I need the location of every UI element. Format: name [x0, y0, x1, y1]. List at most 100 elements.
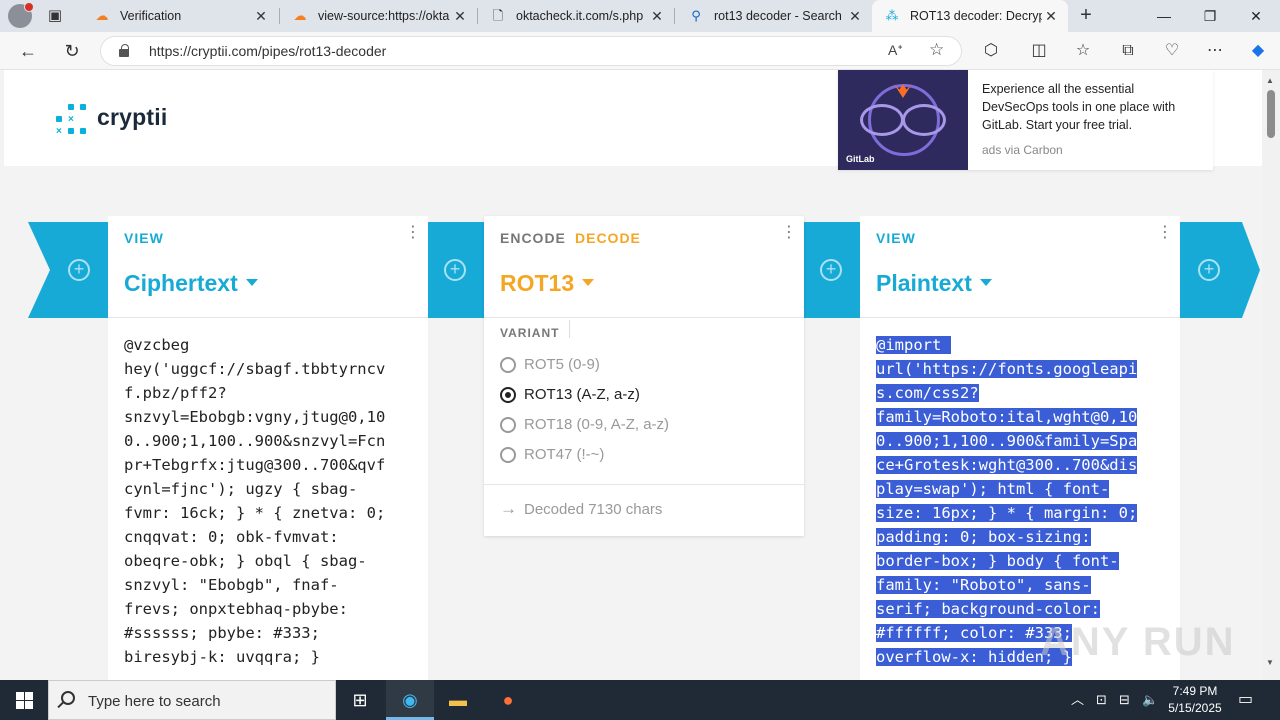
task-view-icon[interactable]: ⊞ [336, 680, 384, 720]
address-bar: ← ↻ https://cryptii.com/pipes/rot13-deco… [0, 32, 1280, 70]
cloudflare-icon: ☁ [293, 8, 307, 23]
tab-search[interactable]: ⚲ rot13 decoder - Search ✕ [676, 0, 872, 32]
radio-icon [500, 416, 516, 433]
url-text[interactable]: https://cryptii.com/pipes/rot13-decoder [149, 43, 386, 59]
chevron-down-icon [245, 279, 258, 287]
plaintext-line: play=swap'); html { font- [876, 480, 1110, 498]
ad-image[interactable]: GitLab [838, 70, 968, 170]
site-logo-text[interactable]: cryptii [97, 104, 167, 131]
ciphertext-input[interactable]: @vzcbeg hey('uggcf://sbagf.tbbtyrncv f.pbz… [124, 333, 385, 669]
divider [569, 320, 570, 338]
start-button[interactable] [0, 680, 48, 720]
brick-menu-icon[interactable]: ⋮ [781, 225, 797, 241]
tab-rot13-decoder[interactable]: ⁂ ROT13 decoder: Decrypt ✕ [872, 0, 1068, 32]
variant-label: VARIANT [500, 326, 560, 340]
favorite-star-icon[interactable]: ☆ [929, 40, 944, 60]
carbon-ad[interactable]: GitLab Experience all the essential DevS… [838, 70, 1213, 170]
search-icon: ⚲ [691, 8, 701, 23]
taskbar-search[interactable]: Type here to search [48, 680, 336, 720]
restore-button[interactable]: ❐ [1187, 0, 1233, 32]
clock[interactable]: 7:49 PM 5/15/2025 [1165, 683, 1225, 717]
tray-chevron-icon[interactable]: ︿ [1071, 680, 1084, 720]
brick-title[interactable]: Ciphertext [124, 270, 258, 297]
plaintext-line: @import [876, 336, 951, 354]
plaintext-output[interactable]: @import url('https://fonts.googleapi s.co… [876, 333, 1138, 669]
back-button[interactable]: ← [14, 37, 42, 65]
watermark: ANY RUN [1040, 620, 1236, 664]
ciphertext-line: 0..900;1,100..900&snzvyl=Fcn [124, 432, 386, 450]
tab-view-source[interactable]: ☁ view-source:https://okta ✕ [280, 0, 477, 32]
split-screen-icon[interactable]: ◫ [1026, 38, 1052, 64]
copilot-icon[interactable]: ◆ [1245, 38, 1271, 64]
plaintext-line: url('https://fonts.googleapi [876, 360, 1138, 378]
tab-actions-icon[interactable]: ▣ [44, 6, 66, 26]
clock-date: 5/15/2025 [1168, 701, 1222, 715]
ciphertext-line: fvmr: 16ck; } * { znetva: 0; [124, 504, 386, 522]
add-brick-icon[interactable]: + [444, 259, 466, 281]
variant-label-text: ROT18 (0-9, A-Z, a-z) [524, 416, 670, 433]
decode-toggle[interactable]: DECODE [575, 230, 641, 246]
brick-title[interactable]: ROT13 [500, 270, 595, 297]
plaintext-line: size: 16px; } * { margin: 0; [876, 504, 1138, 522]
favorites-icon[interactable]: ☆ [1070, 38, 1096, 64]
edge-icon[interactable]: ◉ [386, 680, 434, 720]
tab-title: rot13 decoder - Search [714, 9, 842, 23]
scroll-thumb[interactable] [1267, 90, 1275, 138]
read-aloud-icon[interactable]: Aᐩ [888, 42, 903, 59]
lock-icon[interactable] [119, 44, 131, 58]
scroll-up-icon[interactable]: ▲ [1266, 76, 1274, 85]
variant-option-rot47[interactable]: ROT47 (!-~) [500, 446, 604, 463]
brick-title-text: Ciphertext [124, 270, 238, 296]
add-brick-icon[interactable]: + [68, 259, 90, 281]
tab-verification[interactable]: ☁ Verification ✕ [82, 0, 278, 32]
tray-app-icon[interactable]: ⊡ [1096, 680, 1107, 720]
ciphertext-line: frevs; onpxtebhaq-pbybe: [124, 600, 348, 618]
profile-avatar[interactable] [8, 2, 34, 28]
variant-option-rot18[interactable]: ROT18 (0-9, A-Z, a-z) [500, 416, 669, 433]
page-scrollbar[interactable]: ▲ ▼ [1262, 70, 1280, 680]
variant-option-rot5[interactable]: ROT5 (0-9) [500, 356, 600, 373]
add-brick-icon[interactable]: + [820, 259, 842, 281]
taskbar: Type here to search ⊞ ◉ ▬ ● ︿ ⊡ ⊟ 🔈 7:49… [0, 680, 1280, 720]
ciphertext-line: snzvyl: "Ebobgb", fnaf- [124, 576, 339, 594]
brick-kind: VIEW [876, 230, 916, 246]
brick-menu-icon[interactable]: ⋮ [405, 225, 421, 241]
plaintext-line: serif; background-color: [876, 600, 1100, 618]
brick-title[interactable]: Plaintext [876, 270, 992, 297]
ciphertext-line: obeqre-obk; } obql { sbag- [124, 552, 367, 570]
url-field[interactable]: https://cryptii.com/pipes/rot13-decoder … [100, 36, 962, 66]
tab-oktacheck[interactable]: 🗋 oktacheck.it.com/s.php ✕ [478, 0, 674, 32]
close-tab-icon[interactable]: ✕ [252, 8, 270, 25]
brick-menu-icon[interactable]: ⋮ [1157, 225, 1173, 241]
clock-time: 7:49 PM [1172, 684, 1218, 698]
settings-more-icon[interactable]: ⋯ [1202, 38, 1228, 64]
ciphertext-line: cnqqvat: 0; obk-fvmvat: [124, 528, 339, 546]
close-tab-icon[interactable]: ✕ [451, 8, 469, 25]
close-tab-icon[interactable]: ✕ [648, 8, 666, 25]
scroll-down-icon[interactable]: ▼ [1266, 658, 1274, 667]
variant-option-rot13[interactable]: ROT13 (A-Z, a-z) [500, 386, 640, 403]
file-explorer-icon[interactable]: ▬ [434, 680, 482, 720]
new-tab-button[interactable]: + [1075, 5, 1097, 27]
close-window-button[interactable]: ✕ [1233, 0, 1279, 32]
cryptii-logo-icon[interactable]: × × [54, 102, 88, 137]
browser-essentials-icon[interactable]: ♡ [1159, 38, 1185, 64]
firefox-icon[interactable]: ● [484, 680, 532, 720]
minimize-button[interactable]: — [1141, 0, 1187, 32]
ciphertext-line: @vzcbeg [124, 336, 190, 354]
close-tab-icon[interactable]: ✕ [1042, 8, 1060, 25]
ad-text[interactable]: Experience all the essential DevSecOps t… [982, 80, 1197, 134]
ad-via-link[interactable]: ads via Carbon [982, 143, 1063, 157]
network-icon[interactable]: ⊟ [1119, 680, 1130, 720]
volume-icon[interactable]: 🔈 [1142, 680, 1158, 720]
add-brick-icon[interactable]: + [1198, 259, 1220, 281]
radio-selected-icon [500, 386, 516, 403]
encode-toggle[interactable]: ENCODE [500, 230, 566, 246]
chevron-down-icon [979, 279, 992, 287]
collections-icon[interactable]: ⧉ [1115, 38, 1141, 64]
extensions-icon[interactable]: ⬡ [978, 38, 1004, 64]
close-tab-icon[interactable]: ✕ [846, 8, 864, 25]
notifications-icon[interactable]: ▭ [1238, 680, 1253, 720]
brick-title-text: Plaintext [876, 270, 972, 296]
refresh-button[interactable]: ↻ [58, 37, 86, 65]
